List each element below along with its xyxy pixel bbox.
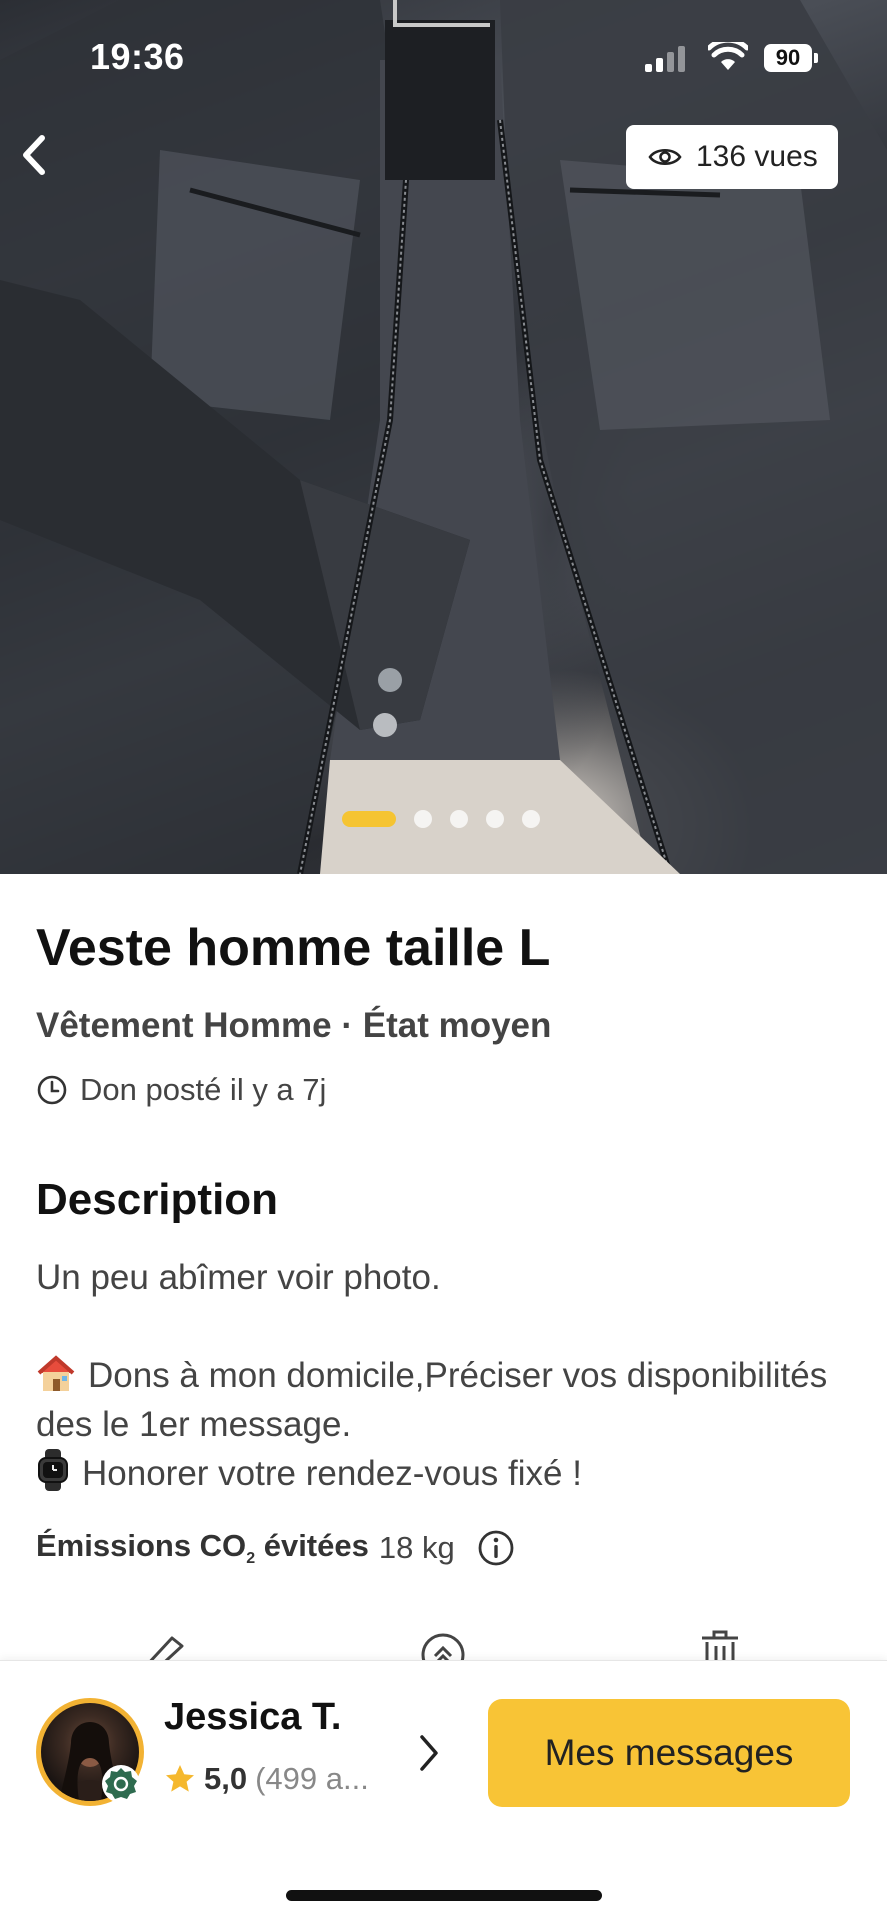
seller-name[interactable]: Jessica T.	[164, 1696, 341, 1739]
description-heading: Description	[36, 1175, 279, 1224]
clock-icon	[37, 1075, 67, 1105]
battery-tip	[814, 53, 818, 63]
item-category-condition: Vêtement Homme · État moyen	[36, 1006, 552, 1045]
gallery-dot[interactable]	[486, 810, 504, 828]
chevron-right-icon[interactable]	[414, 1731, 442, 1775]
home-indicator[interactable]	[286, 1890, 602, 1901]
co2-value: 18 kg	[378, 1530, 455, 1566]
verified-badge-icon	[102, 1765, 140, 1803]
views-badge: 136 vues	[626, 125, 838, 189]
gallery-dot[interactable]	[414, 810, 432, 828]
co2-label: Émissions CO2 évitées	[36, 1528, 369, 1568]
cellular-signal-icon	[645, 46, 685, 72]
wifi-icon	[708, 42, 748, 70]
posted-info: Don posté il y a 7j	[36, 1072, 326, 1108]
edit-pencil-icon[interactable]	[142, 1630, 190, 1662]
boost-icon[interactable]	[420, 1632, 466, 1662]
gallery-dot[interactable]	[450, 810, 468, 828]
gallery-pagination[interactable]	[342, 810, 558, 828]
star-icon	[166, 1765, 194, 1792]
gallery-dot-active[interactable]	[342, 811, 396, 827]
watch-emoji-icon	[38, 1449, 68, 1491]
description-body: Un peu abîmer voir photo. Dons à mon dom…	[36, 1253, 856, 1498]
co2-savings: Émissions CO2 évitées 18 kg	[36, 1528, 515, 1568]
gallery-dot[interactable]	[522, 810, 540, 828]
description-line: Un peu abîmer voir photo.	[36, 1258, 441, 1297]
trash-icon[interactable]	[698, 1628, 742, 1662]
house-emoji-icon	[37, 1355, 75, 1391]
views-count: 136 vues	[696, 140, 818, 173]
eye-icon	[648, 148, 682, 166]
item-actions-row	[0, 1626, 887, 1662]
posted-text: Don posté il y a 7j	[80, 1072, 327, 1107]
description-line: Honorer votre rendez-vous fixé !	[36, 1449, 856, 1498]
description-spacer	[36, 1302, 856, 1351]
status-bar: 19:36 90	[0, 0, 887, 100]
item-title: Veste homme taille L	[36, 919, 551, 977]
description-line: Dons à mon domicile,Préciser vos disponi…	[36, 1355, 828, 1444]
seller-rating[interactable]: 5,0 (499 a...	[164, 1761, 369, 1797]
info-icon[interactable]	[477, 1529, 515, 1567]
back-chevron-icon[interactable]	[14, 130, 54, 180]
seller-bottom-bar: Jessica T. 5,0 (499 a... Mes messages	[0, 1660, 887, 1921]
rating-score: 5,0	[204, 1761, 248, 1796]
my-messages-button[interactable]: Mes messages	[488, 1699, 850, 1807]
battery-icon: 90	[764, 44, 812, 72]
status-time: 19:36	[90, 36, 185, 77]
rating-count: (499 a...	[255, 1761, 369, 1796]
